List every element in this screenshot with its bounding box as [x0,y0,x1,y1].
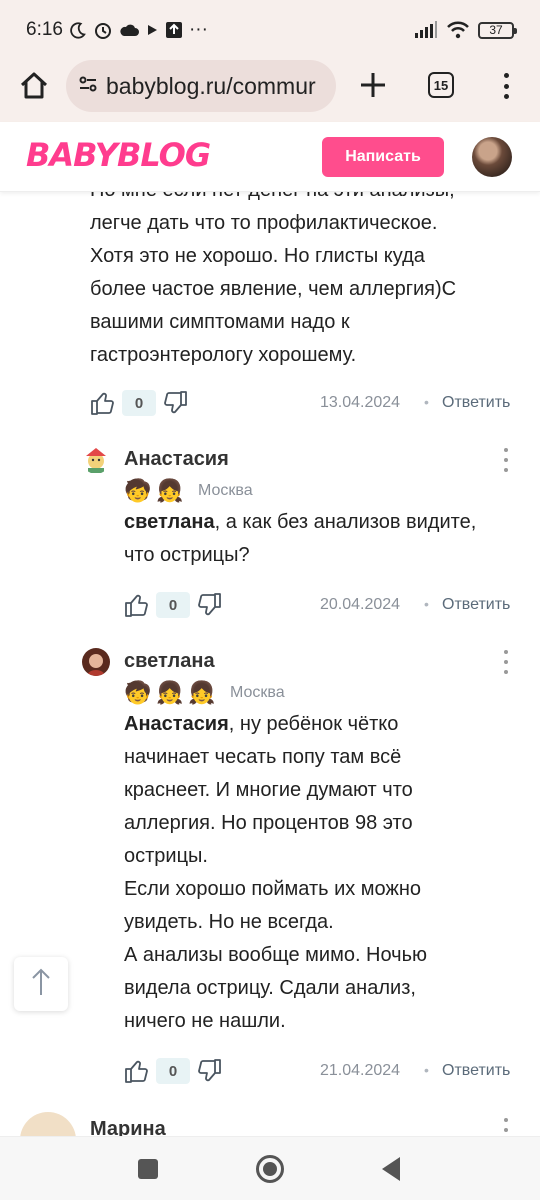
clock: 6:16 [26,19,63,40]
girl-icon: 👧 [156,478,184,503]
comment-line: острицы. [124,845,208,867]
thumbs-down-icon[interactable] [162,390,188,416]
avatar[interactable] [82,446,110,474]
comment-date: 20.04.2024 [320,596,401,613]
home-icon[interactable] [18,70,50,102]
author-name[interactable]: светлана [124,650,215,673]
signal-icon [414,21,438,39]
reply-link[interactable]: Ответить [442,394,510,412]
reply-link[interactable]: Ответить [442,596,510,614]
cloud-icon [119,22,139,38]
browser-toolbar: babyblog.ru/commur 15 [0,60,540,122]
separator-dot: • [424,596,429,612]
comment-line: увидеть. Но не всегда. [124,911,334,933]
girl-icon: 👧 [156,680,184,705]
thumbs-up-icon[interactable] [124,592,150,618]
upload-icon [165,21,183,39]
mention[interactable]: Анастасия [124,713,229,735]
boy-icon: 🧒 [124,680,152,705]
author-name[interactable]: Анастасия [124,448,229,471]
boy-icon: 🧒 [124,478,152,503]
comment-line: По мне если нет денег на эти анализы, [90,192,510,207]
comment-line: , ну ребёнок чётко [228,713,399,735]
site-header: BABYBLOG Написать [0,122,540,192]
kids-row: 🧒 👧 👧 Москва [124,680,285,706]
reply-comment: светлана 🧒 👧 👧 Москва Анастасия, ну ребё… [82,648,522,1048]
more-options-icon[interactable] [502,650,510,674]
browser-menu-icon[interactable] [498,70,514,102]
comment-line: аллергия. Но процентов 98 это [124,812,413,834]
wifi-icon [446,21,470,39]
thumbs-down-icon[interactable] [196,1058,222,1084]
comment-text: По мне если нет денег на эти анализы, ле… [90,192,510,372]
comment-line: , а как без анализов видите, [214,511,477,533]
mention[interactable]: светлана [124,511,215,533]
comment-actions: 0 [124,590,222,620]
comment-line: краснеет. И многие думают что [124,779,413,801]
comment-text: светлана, а как без анализов видите, что… [124,506,524,572]
comment-line: вашими симптомами надо к [90,311,350,333]
scroll-to-top-button[interactable] [14,957,68,1011]
arrow-up-icon [29,967,53,1002]
comment-line: видела острицу. Сдали анализ, [124,977,416,999]
url-text: babyblog.ru/commur [106,72,316,99]
comments-feed: По мне если нет денег на эти анализы, ле… [0,192,540,1136]
system-nav-bar [0,1136,540,1200]
play-icon [145,23,159,37]
comment-actions: 0 [124,1056,222,1086]
status-bar: 6:16 ··· 37 [0,0,540,60]
thumbs-down-icon[interactable] [196,592,222,618]
comment-line: легче дать что то профилактическое. [90,212,438,234]
recent-apps-button[interactable] [138,1159,158,1179]
separator-dot: • [424,394,429,410]
comment-line: А анализы вообще мимо. Ночью [124,944,428,966]
alarm-icon [93,20,113,40]
author-city: Москва [230,684,285,701]
comment-line: более частое явление, чем аллергия)С [90,278,457,300]
reply-link[interactable]: Ответить [442,1062,510,1080]
site-logo[interactable]: BABYBLOG [26,136,211,174]
home-button[interactable] [256,1155,284,1183]
address-bar[interactable]: babyblog.ru/commur [66,60,336,112]
comment-actions: 0 [90,388,188,418]
comment-date: 21.04.2024 [320,1062,401,1079]
comment-line: Если хорошо поймать их можно [124,878,422,900]
comment-line: гастроэнтерологу хорошему. [90,344,357,366]
thumbs-up-icon[interactable] [90,390,116,416]
comment-line: Хотя это не хорошо. Но глисты куда [90,245,425,267]
tab-switcher-button[interactable]: 15 [428,72,454,98]
new-tab-icon[interactable] [356,68,390,102]
separator-dot: • [424,1062,429,1078]
comment-line: что острицы? [124,544,250,566]
comment-text: Анастасия, ну ребёнок чётко начинает чес… [124,708,524,1038]
like-count: 0 [122,390,156,416]
moon-icon [69,21,87,39]
back-button[interactable] [382,1157,400,1181]
like-count: 0 [156,1058,190,1084]
comment-line: начинает чесать попу там всё [124,746,402,768]
write-button[interactable]: Написать [322,137,444,177]
comment-line: ничего не нашли. [124,1010,286,1032]
user-avatar[interactable] [472,137,512,177]
like-count: 0 [156,592,190,618]
more-options-icon[interactable] [502,448,510,472]
girl-icon: 👧 [188,680,216,705]
site-settings-icon[interactable] [78,74,98,99]
author-city: Москва [198,482,253,499]
kids-row: 🧒 👧 Москва [124,478,253,504]
more-notifications: ··· [188,19,208,40]
battery-icon: 37 [478,21,517,39]
thumbs-up-icon[interactable] [124,1058,150,1084]
avatar[interactable] [82,648,110,676]
comment-date: 13.04.2024 [320,394,401,411]
